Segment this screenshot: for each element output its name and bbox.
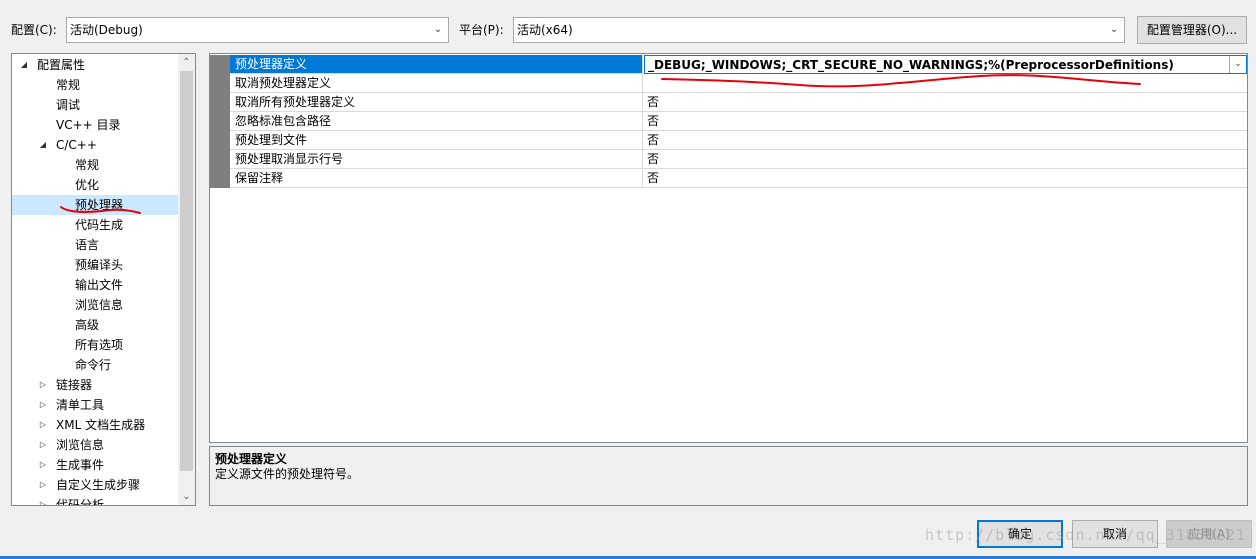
description-title: 预处理器定义: [215, 452, 288, 466]
description-pane: 预处理器定义 定义源文件的预处理符号。: [209, 446, 1248, 506]
underline-annotation: [60, 206, 141, 214]
underline-annotation: [661, 74, 1141, 88]
watermark: http://blog.csdn.net/qq_31838221: [925, 526, 1246, 544]
description-text: 定义源文件的预处理符号。: [215, 467, 360, 481]
